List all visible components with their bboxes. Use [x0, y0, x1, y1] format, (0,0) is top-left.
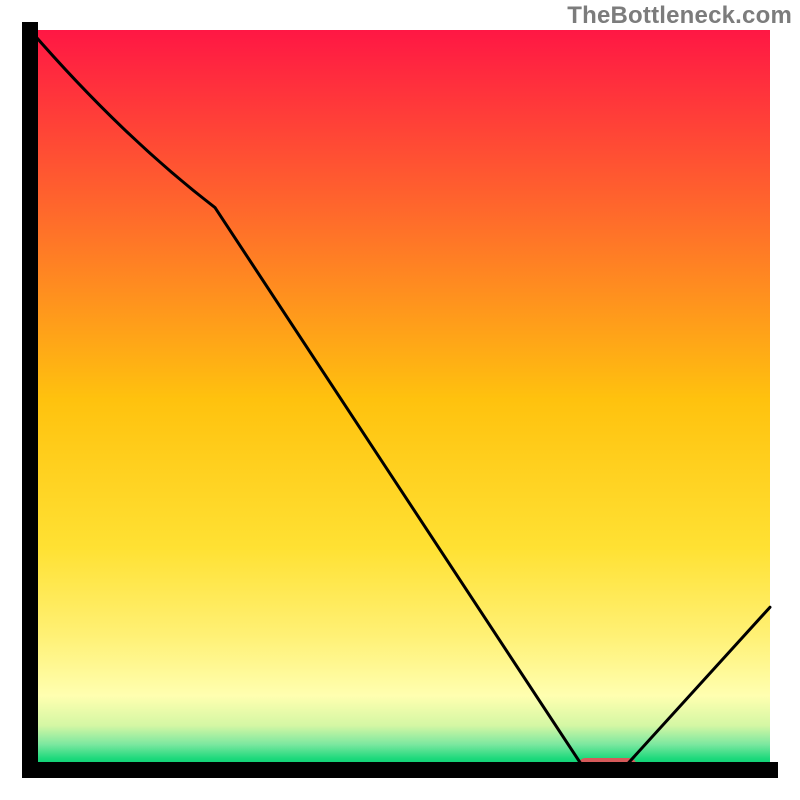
watermark-text: TheBottleneck.com	[567, 2, 792, 30]
plot-background	[30, 30, 770, 770]
chart-svg	[0, 0, 800, 800]
chart-container: TheBottleneck.com	[0, 0, 800, 800]
